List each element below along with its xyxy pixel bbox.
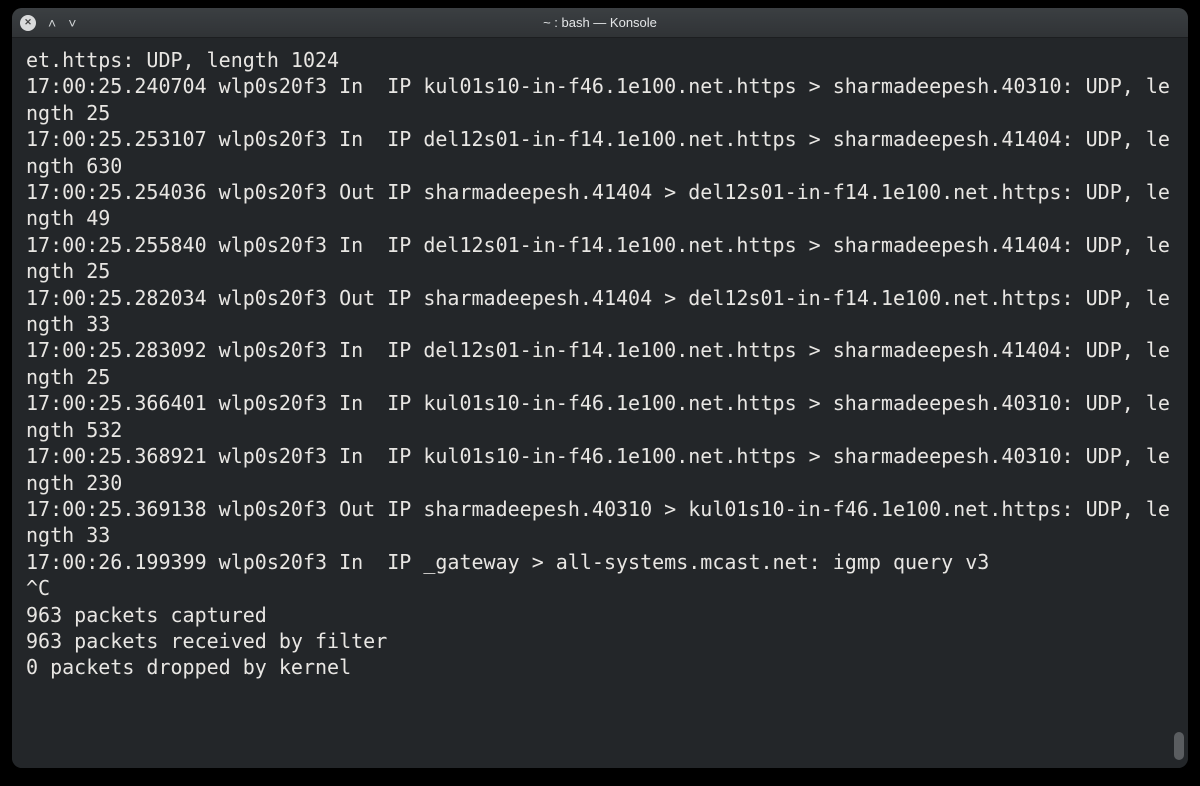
scrollbar-thumb[interactable] — [1174, 732, 1184, 760]
window-title: ~ : bash — Konsole — [12, 15, 1188, 30]
titlebar[interactable]: ˄ ˅ ~ : bash — Konsole — [12, 8, 1188, 38]
close-icon[interactable] — [20, 15, 36, 31]
konsole-window: ˄ ˅ ~ : bash — Konsole et.https: UDP, le… — [12, 8, 1188, 768]
window-controls: ˄ ˅ — [12, 15, 76, 31]
terminal-output[interactable]: et.https: UDP, length 1024 17:00:25.2407… — [12, 38, 1188, 768]
chevron-down-icon[interactable]: ˅ — [68, 16, 76, 30]
chevron-up-icon[interactable]: ˄ — [48, 16, 56, 30]
